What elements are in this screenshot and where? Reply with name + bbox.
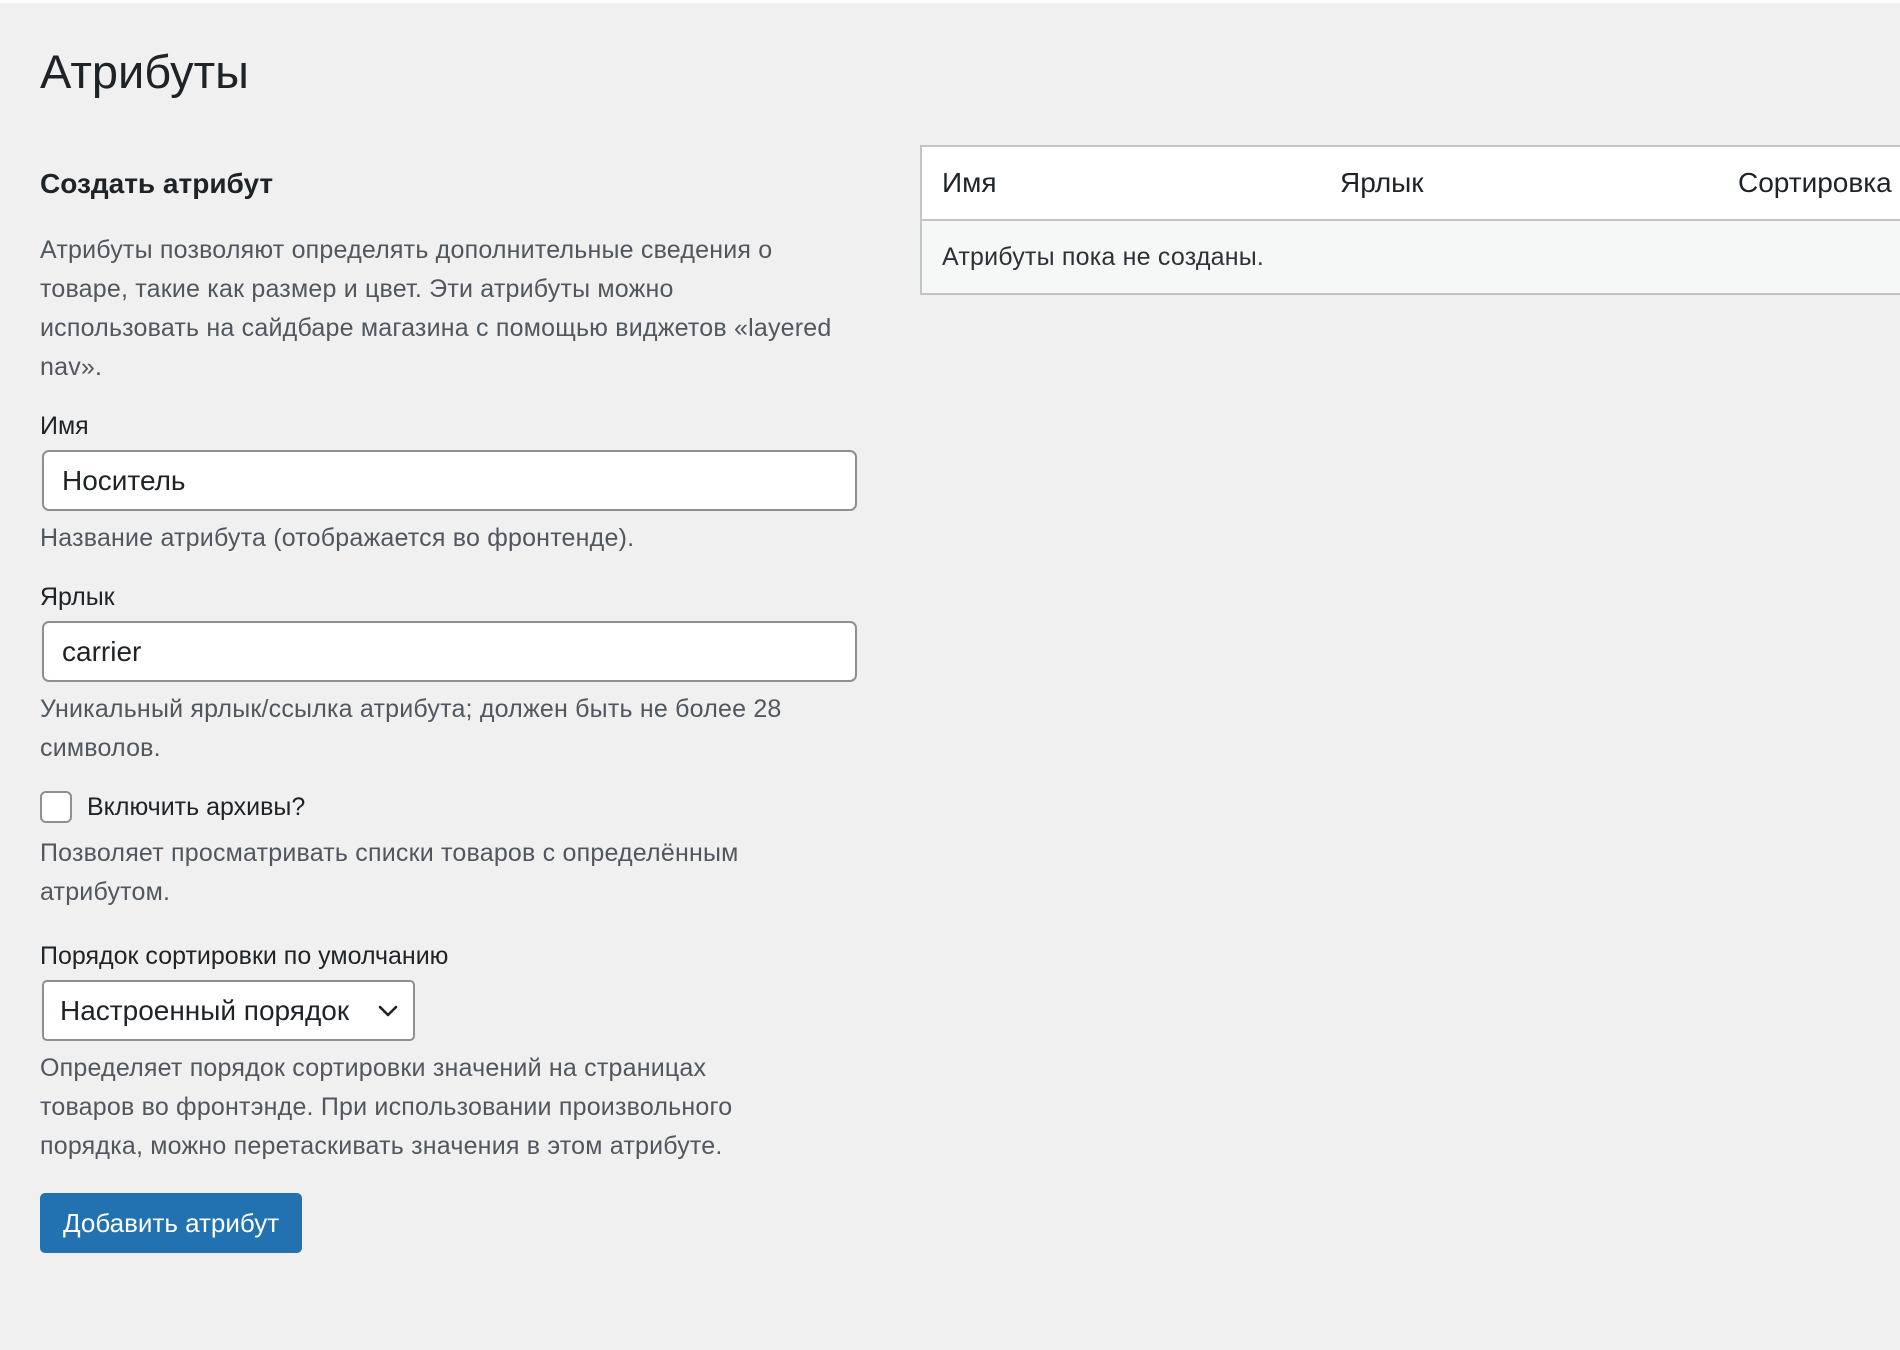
form-intro: Атрибуты позволяют определять дополнител… xyxy=(40,231,900,387)
archives-help-line: Позволяет просматривать списки товаров с… xyxy=(40,839,739,867)
intro-line: товаре, такие как размер и цвет. Эти атр… xyxy=(40,275,674,303)
name-help: Название атрибута (отображается во фронт… xyxy=(40,524,635,552)
form-heading: Создать атрибут xyxy=(40,168,274,199)
archives-field-group: Включить архивы? Позволяет просматривать… xyxy=(40,790,900,912)
order-help-line: Определяет порядок сортировки значений н… xyxy=(40,1054,707,1082)
order-help-line: товаров во фронтэнде. При использовании … xyxy=(40,1093,733,1121)
table-header: Имя Ярлык Сортировка xyxy=(922,147,1900,221)
top-border xyxy=(0,0,1900,3)
empty-table-message: Атрибуты пока не созданы. xyxy=(942,243,1265,271)
slug-field-group: Ярлык Уникальный ярлык/ссылка атрибута; … xyxy=(40,580,900,768)
sort-order-selected-value: Настроенный порядок xyxy=(60,994,350,1026)
attributes-table: Имя Ярлык Сортировка Атрибуты пока не со… xyxy=(920,145,1900,295)
order-help-line: порядка, можно перетаскивать значения в … xyxy=(40,1132,723,1160)
intro-line: использовать на сайдбаре магазина с помо… xyxy=(40,314,832,342)
slug-help: Уникальный ярлык/ссылка атрибута; должен… xyxy=(40,690,900,768)
slug-help-line: Уникальный ярлык/ссылка атрибута; должен… xyxy=(40,695,782,723)
enable-archives-checkbox[interactable] xyxy=(40,791,72,823)
slug-label: Ярлык xyxy=(40,583,115,611)
intro-line: Атрибуты позволяют определять дополнител… xyxy=(40,236,773,264)
archives-help-line: атрибутом. xyxy=(40,878,171,906)
column-header-order[interactable]: Сортировка xyxy=(1738,147,1892,219)
intro-line: nav». xyxy=(40,353,103,381)
order-label: Порядок сортировки по умолчанию xyxy=(40,942,449,970)
chevron-down-icon xyxy=(378,1005,398,1017)
slug-help-line: символов. xyxy=(40,734,161,762)
archives-help: Позволяет просматривать списки товаров с… xyxy=(40,834,900,912)
default-sort-order-select[interactable]: Настроенный порядок xyxy=(42,980,415,1041)
add-attribute-button[interactable]: Добавить атрибут xyxy=(40,1193,303,1253)
order-field-group: Порядок сортировки по умолчанию Настроен… xyxy=(40,939,900,1166)
name-field-group: Имя Название атрибута (отображается во ф… xyxy=(40,409,900,558)
enable-archives-label[interactable]: Включить архивы? xyxy=(87,790,305,824)
slug-input[interactable] xyxy=(42,621,857,682)
column-header-name[interactable]: Имя xyxy=(942,147,997,219)
order-help: Определяет порядок сортировки значений н… xyxy=(40,1049,900,1166)
name-label: Имя xyxy=(40,412,89,440)
add-attribute-form: Создать атрибут Атрибуты позволяют опред… xyxy=(40,166,900,1253)
column-header-slug[interactable]: Ярлык xyxy=(1340,147,1424,219)
archives-row: Включить архивы? xyxy=(40,790,900,824)
name-input[interactable] xyxy=(42,450,857,511)
page-title: Атрибуты xyxy=(40,45,249,98)
table-empty-row: Атрибуты пока не созданы. xyxy=(922,221,1900,293)
